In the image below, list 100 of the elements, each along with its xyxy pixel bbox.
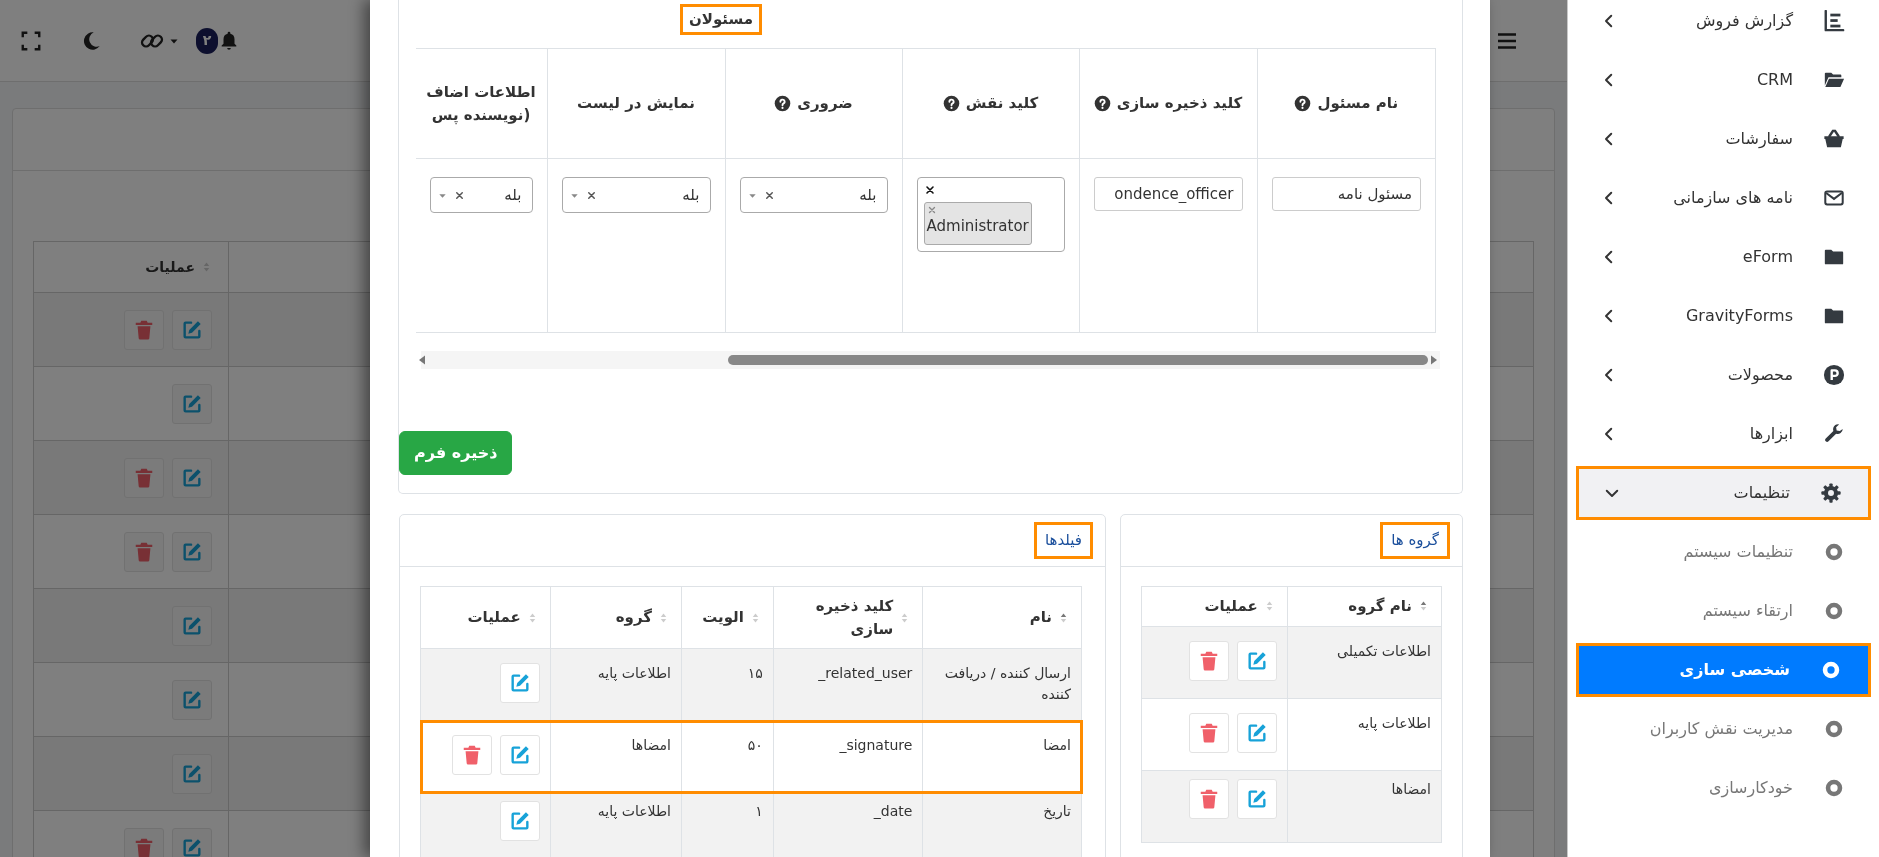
help-icon[interactable] [774,95,792,112]
edit-button[interactable] [172,309,212,350]
clear-icon[interactable] [453,189,465,201]
edit-icon [508,810,531,832]
delete-button[interactable] [1188,640,1229,681]
edit-icon [181,318,203,341]
table-cell: اطلاعات پایه [550,792,682,857]
column-header: نام مسئول [1317,93,1399,115]
table-cell: اطلاعات پایه [1287,698,1442,770]
text-field[interactable]: مسئول نامه [1271,177,1421,211]
edit-button[interactable] [1236,778,1277,819]
edit-button[interactable] [499,801,540,841]
edit-icon [181,762,203,785]
delete-button[interactable] [1188,778,1229,819]
sidebar-item[interactable]: شخصی سازی [1576,643,1871,697]
clear-icon[interactable] [763,189,775,201]
sidebar-item[interactable]: سفارشات [1576,112,1871,166]
table-cell: ۱ [681,792,774,857]
edit-icon [181,688,203,711]
select-field[interactable]: بله [561,177,711,213]
edit-button[interactable] [172,827,212,857]
edit-icon [1245,787,1268,810]
tab[interactable]: گروه ها [1380,522,1450,559]
column-header[interactable]: نام [1029,606,1052,629]
column-header[interactable]: گروه [615,606,652,629]
edit-button[interactable] [172,605,212,646]
sidebar-item[interactable]: ارتقاء سیستم [1576,584,1871,638]
table-cell: date_ [773,792,923,857]
sidebar-item[interactable]: eForm [1576,230,1871,284]
edit-icon [181,392,203,415]
basket-icon [1823,128,1845,150]
circle-dot-icon [1823,718,1845,740]
edit-icon [181,614,203,637]
column-header: ضروری [797,93,853,115]
circle-dot-icon [1823,600,1845,622]
delete-button[interactable] [124,309,164,350]
delete-button[interactable] [124,457,164,498]
sidebar-item[interactable]: تنظیمات [1576,466,1871,520]
delete-button[interactable] [1188,712,1229,753]
column-header: کلید ذخیره سازی [1116,93,1243,115]
scrollbar-thumb[interactable] [728,355,1428,365]
multi-select-field[interactable]: Administrator [916,177,1065,252]
delete-button[interactable] [124,827,164,857]
edit-button[interactable] [172,753,212,794]
sidebar-item[interactable]: ابزارها [1576,407,1871,461]
column-header: اطلاعات اضاف (نویسنده پس [425,82,537,126]
select-field[interactable]: بله [429,177,533,213]
edit-button[interactable] [499,663,540,703]
table-cell: ۱۵ [681,648,774,721]
column-header[interactable]: عملیات [467,606,521,629]
edit-icon [508,672,531,694]
sidebar-item[interactable]: مدیریت نقش کاربران [1576,702,1871,756]
column-header: کلید نقش [965,93,1039,115]
sidebar-item[interactable]: GravityForms [1576,289,1871,343]
sidebar-item[interactable]: خودکارسازی [1576,761,1871,815]
delete-button[interactable] [451,735,492,775]
chart-icon [1823,10,1845,32]
clear-icon[interactable] [585,189,597,201]
sidebar-item[interactable]: تنظیمات سیستم [1576,525,1871,579]
tag[interactable]: Administrator [923,202,1032,245]
table-cell: امضاها [1287,770,1442,842]
remove-icon[interactable] [926,205,937,215]
edit-icon [508,744,531,766]
tab[interactable]: فیلدها [1033,522,1093,559]
table-cell: اطلاعات پایه [550,648,682,721]
table-cell: related_user_ [773,648,923,721]
help-icon[interactable] [1093,95,1111,112]
help-icon[interactable] [942,95,960,112]
sidebar-item[interactable]: گزارش فروش [1576,0,1871,48]
column-header[interactable]: الویت [702,606,744,629]
edit-button[interactable] [1236,712,1277,753]
sidebar-item[interactable]: نامه های سازمانی [1576,171,1871,225]
wrench-icon [1823,423,1845,445]
delete-button[interactable] [124,531,164,572]
sidebar-item[interactable]: CRM [1576,53,1871,107]
edit-button[interactable] [172,679,212,720]
edit-button[interactable] [499,735,540,775]
text-field[interactable]: ondence_officer [1093,177,1243,211]
edit-icon [1245,721,1268,744]
notification-badge: ۲ [196,27,218,54]
trash-icon [133,466,155,489]
table-cell: اطلاعات تکمیلی [1287,626,1442,698]
edit-icon [1245,649,1268,672]
select-field[interactable]: بله [739,177,888,213]
sidebar-item[interactable]: محصولات [1576,348,1871,402]
edit-icon [181,466,203,489]
edit-button[interactable] [172,383,212,424]
trash-icon [133,540,155,563]
horizontal-scrollbar[interactable] [421,351,1440,369]
fullscreen-icon[interactable] [20,29,42,52]
clear-icon[interactable] [923,184,936,196]
edit-button[interactable] [1236,640,1277,681]
edit-button[interactable] [172,457,212,498]
column-header: نمایش در لیست [577,93,695,115]
help-icon[interactable] [1294,95,1312,112]
edit-icon [181,836,203,857]
edit-icon [181,540,203,563]
column-header[interactable]: عملیات [145,256,195,278]
table-cell: تاریخ [922,792,1082,857]
edit-button[interactable] [172,531,212,572]
